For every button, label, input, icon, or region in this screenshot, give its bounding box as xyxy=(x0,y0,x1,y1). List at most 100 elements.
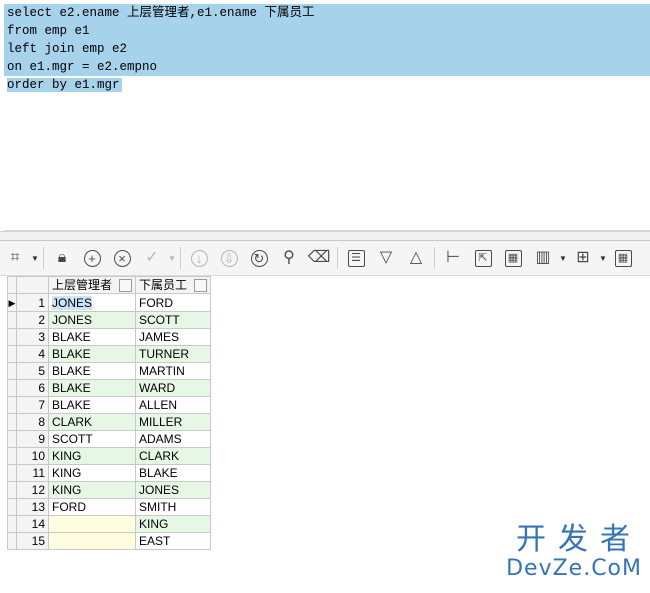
cell-manager[interactable]: SCOTT xyxy=(48,430,136,448)
filter-up-icon[interactable]: △ xyxy=(403,245,429,271)
add-row-icon[interactable]: + xyxy=(79,245,105,271)
refresh-icon[interactable]: ↻ xyxy=(246,245,272,271)
splitter[interactable] xyxy=(0,231,650,240)
cell-employee[interactable]: JAMES xyxy=(135,328,211,346)
chevron-down-icon[interactable]: ▼ xyxy=(30,254,40,263)
cell-employee[interactable]: ADAMS xyxy=(135,430,211,448)
table-row[interactable]: 10 KING CLARK xyxy=(7,447,211,465)
cell-employee[interactable]: CLARK xyxy=(135,447,211,465)
cell-manager[interactable]: BLAKE xyxy=(48,362,136,380)
row-number[interactable]: 9 xyxy=(16,430,49,448)
fetch-last-icon[interactable]: ⇩ xyxy=(216,245,242,271)
cell-manager[interactable]: FORD xyxy=(48,498,136,516)
row-indicator[interactable] xyxy=(7,311,17,329)
row-number[interactable]: 1 xyxy=(16,293,49,312)
cell-employee[interactable]: WARD xyxy=(135,379,211,397)
cell-manager[interactable] xyxy=(48,532,136,550)
row-number[interactable]: 15 xyxy=(16,532,49,550)
table-row[interactable]: 14 KING xyxy=(7,515,211,533)
form-view-icon[interactable]: ▦ xyxy=(610,245,636,271)
table-row[interactable]: 15 EAST xyxy=(7,532,211,550)
cell-manager[interactable]: BLAKE xyxy=(48,345,136,363)
commit-check-icon[interactable]: ✓ xyxy=(139,245,165,271)
table-row[interactable]: 11 KING BLAKE xyxy=(7,464,211,482)
chart-icon[interactable]: ▥ xyxy=(530,245,556,271)
row-indicator[interactable] xyxy=(7,498,17,516)
row-indicator[interactable] xyxy=(7,515,17,533)
row-number[interactable]: 2 xyxy=(16,311,49,329)
cell-manager[interactable]: JONES xyxy=(48,311,136,329)
cell-manager[interactable]: KING xyxy=(48,447,136,465)
cell-manager[interactable]: BLAKE xyxy=(48,379,136,397)
eraser-icon[interactable]: ⌫ xyxy=(306,245,332,271)
tree-icon[interactable]: ⊢ xyxy=(440,245,466,271)
row-number[interactable]: 11 xyxy=(16,464,49,482)
chevron-down-icon[interactable]: ▼ xyxy=(558,254,568,263)
row-indicator[interactable] xyxy=(7,481,17,499)
filter-down-icon[interactable]: ▽ xyxy=(373,245,399,271)
table-row[interactable]: 2 JONES SCOTT xyxy=(7,311,211,329)
row-number[interactable]: 8 xyxy=(16,413,49,431)
row-number[interactable]: 4 xyxy=(16,345,49,363)
table-row[interactable]: 12 KING JONES xyxy=(7,481,211,499)
row-number[interactable]: 5 xyxy=(16,362,49,380)
cell-employee[interactable]: TURNER xyxy=(135,345,211,363)
row-indicator[interactable]: ▶ xyxy=(7,293,17,312)
binoculars-icon[interactable]: ⚲ xyxy=(276,245,302,271)
delete-row-icon[interactable]: × xyxy=(109,245,135,271)
row-number[interactable]: 7 xyxy=(16,396,49,414)
column-header-employee[interactable]: 下属员工 xyxy=(135,276,211,294)
cell-manager[interactable]: KING xyxy=(48,464,136,482)
cell-employee[interactable]: MILLER xyxy=(135,413,211,431)
cell-employee[interactable]: JONES xyxy=(135,481,211,499)
cell-employee[interactable]: KING xyxy=(135,515,211,533)
row-indicator[interactable] xyxy=(7,447,17,465)
chevron-down-icon[interactable]: ▼ xyxy=(167,254,177,263)
row-number[interactable]: 6 xyxy=(16,379,49,397)
row-number[interactable]: 13 xyxy=(16,498,49,516)
row-indicator[interactable] xyxy=(7,430,17,448)
cell-employee[interactable]: EAST xyxy=(135,532,211,550)
cell-manager[interactable]: CLARK xyxy=(48,413,136,431)
row-indicator[interactable] xyxy=(7,362,17,380)
chevron-down-icon[interactable]: ▼ xyxy=(598,254,608,263)
table-row[interactable]: 6 BLAKE WARD xyxy=(7,379,211,397)
layout-icon[interactable]: ⊞ xyxy=(570,245,596,271)
cell-manager[interactable]: KING xyxy=(48,481,136,499)
row-indicator[interactable] xyxy=(7,396,17,414)
row-number[interactable]: 3 xyxy=(16,328,49,346)
row-indicator[interactable] xyxy=(7,532,17,550)
row-indicator[interactable] xyxy=(7,328,17,346)
sql-editor[interactable]: select e2.ename 上层管理者,e1.ename 下属员工 from… xyxy=(4,4,650,231)
cell-manager[interactable] xyxy=(48,515,136,533)
cell-employee[interactable]: SCOTT xyxy=(135,311,211,329)
cell-employee[interactable]: MARTIN xyxy=(135,362,211,380)
fetch-next-icon[interactable]: ↓ xyxy=(186,245,212,271)
cell-employee[interactable]: ALLEN xyxy=(135,396,211,414)
row-number[interactable]: 14 xyxy=(16,515,49,533)
export-icon[interactable]: ⇱ xyxy=(470,245,496,271)
cell-employee[interactable]: SMITH xyxy=(135,498,211,516)
cell-manager[interactable]: BLAKE xyxy=(48,328,136,346)
row-indicator[interactable] xyxy=(7,345,17,363)
table-row[interactable]: 4 BLAKE TURNER xyxy=(7,345,211,363)
cell-manager[interactable]: BLAKE xyxy=(48,396,136,414)
table-row[interactable]: 8 CLARK MILLER xyxy=(7,413,211,431)
table-row[interactable]: 13 FORD SMITH xyxy=(7,498,211,516)
row-number[interactable]: 12 xyxy=(16,481,49,499)
sort-button[interactable] xyxy=(119,278,132,292)
row-number[interactable]: 10 xyxy=(16,447,49,465)
grid-settings-icon[interactable]: ⌗ xyxy=(2,245,28,271)
table-row[interactable]: ▶ 1 JONES FORD xyxy=(7,293,211,312)
row-indicator[interactable] xyxy=(7,379,17,397)
row-indicator[interactable] xyxy=(7,464,17,482)
table-row[interactable]: 5 BLAKE MARTIN xyxy=(7,362,211,380)
corner-cell[interactable] xyxy=(7,276,17,294)
table-icon[interactable]: ▦ xyxy=(500,245,526,271)
table-row[interactable]: 9 SCOTT ADAMS xyxy=(7,430,211,448)
row-indicator[interactable] xyxy=(7,413,17,431)
row-number-header[interactable] xyxy=(16,276,49,294)
sort-button[interactable] xyxy=(194,278,207,292)
cell-employee[interactable]: FORD xyxy=(135,293,211,312)
table-row[interactable]: 7 BLAKE ALLEN xyxy=(7,396,211,414)
